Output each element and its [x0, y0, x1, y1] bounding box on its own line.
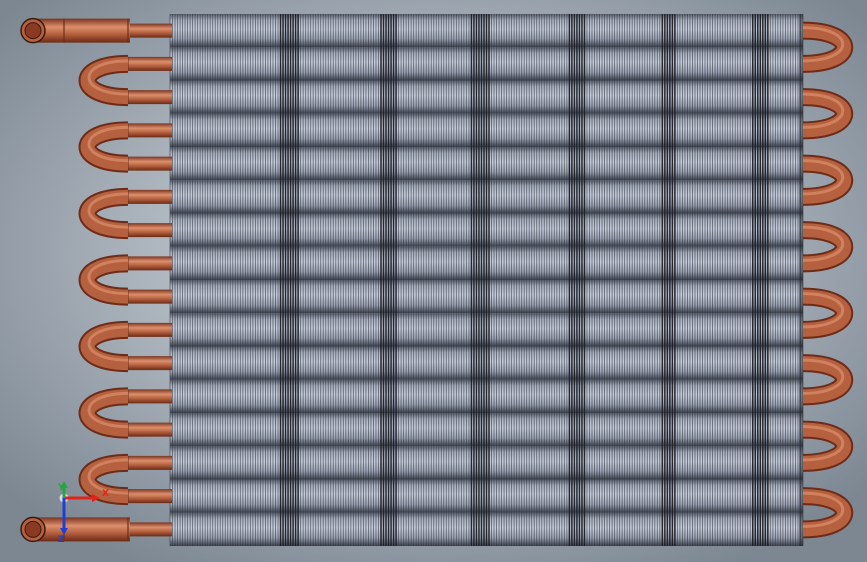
tube-stub: [128, 223, 172, 238]
coordinate-triad: X Y Z: [44, 480, 114, 546]
tube-stub: [128, 23, 172, 38]
right-return-bends: [802, 21, 853, 539]
tube-stub: [128, 322, 172, 337]
tube-stub: [128, 522, 172, 537]
tube-stub: [128, 422, 172, 437]
tube-stub: [128, 156, 172, 171]
left-tube-stubs: [127, 23, 172, 537]
tube-stub: [128, 90, 172, 105]
axis-label-z: Z: [58, 535, 65, 545]
tube-stub: [128, 389, 172, 404]
tube-stub: [128, 256, 172, 271]
tube-stub: [128, 56, 172, 71]
axis-label-y: Y: [57, 483, 65, 493]
graphics-viewport[interactable]: X Y Z: [0, 0, 867, 562]
tube-stub: [128, 455, 172, 470]
inlet-port[interactable]: [20, 17, 130, 44]
tube-stub: [128, 123, 172, 138]
axis-label-x: X: [102, 489, 109, 499]
tube-stub: [128, 489, 172, 504]
heat-exchanger-coil-model[interactable]: [0, 0, 867, 562]
left-return-bends: [78, 54, 129, 506]
tube-stub: [128, 289, 172, 304]
tube-stub: [128, 356, 172, 371]
tube-stub: [128, 189, 172, 204]
